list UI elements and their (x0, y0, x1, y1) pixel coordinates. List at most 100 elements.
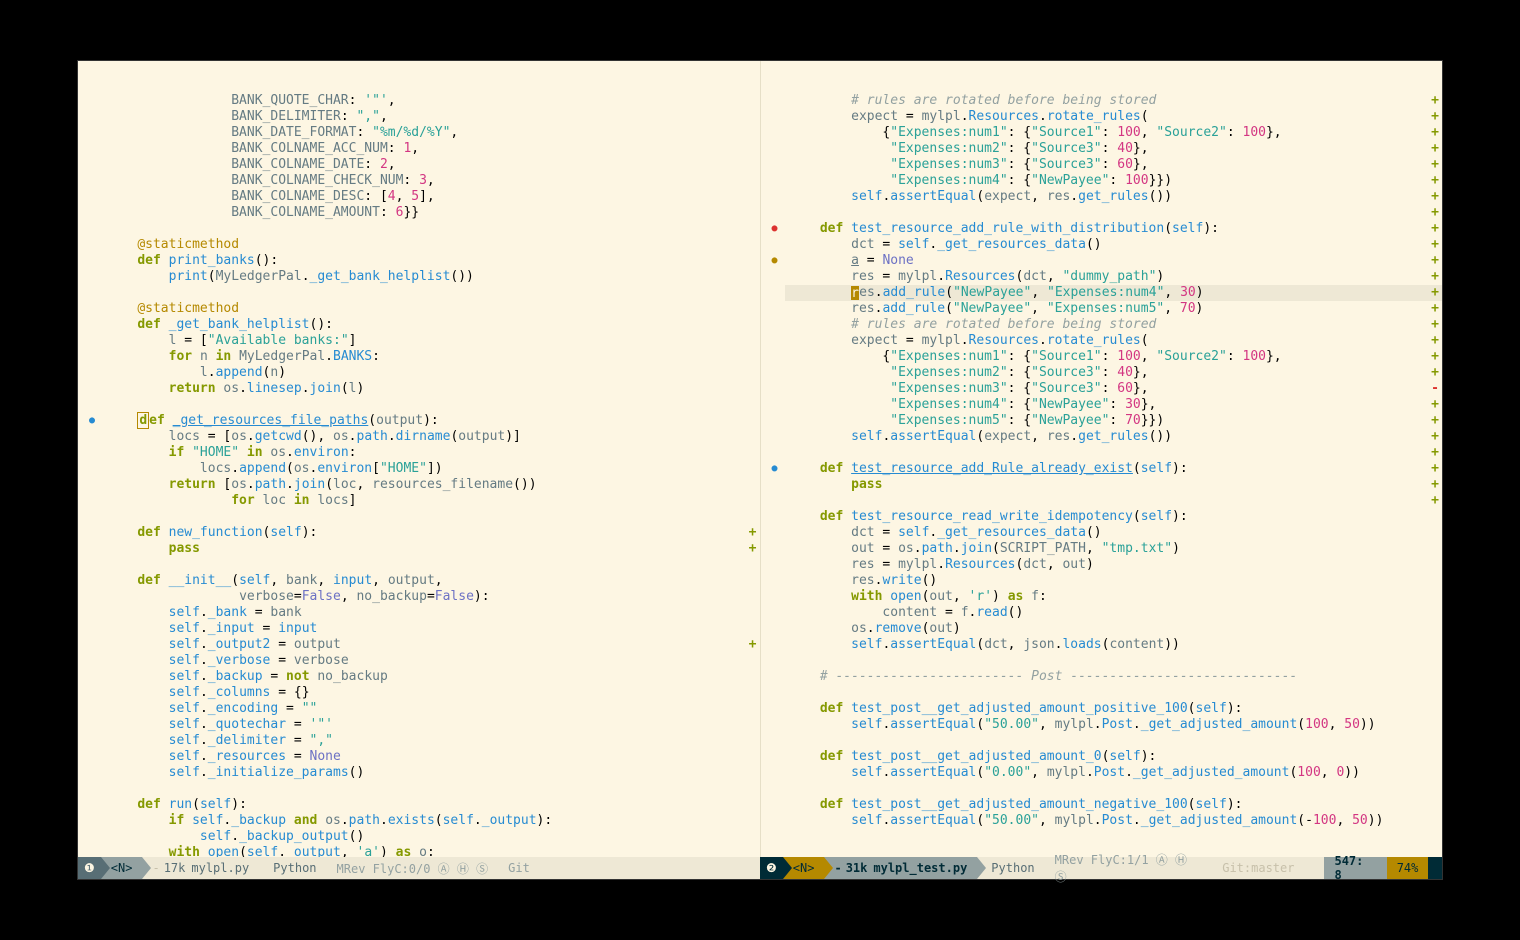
code-line[interactable]: for n in MyLedgerPal.BANKS: (102, 349, 760, 365)
code-line[interactable]: ● def _get_resources_file_paths(output): (102, 413, 760, 429)
code-line[interactable] (785, 685, 1443, 701)
code-line[interactable]: self._input = input (102, 621, 760, 637)
code-line[interactable]: self.assertEqual("50.00", mylpl.Post._ge… (785, 813, 1443, 829)
code-line[interactable]: content = f.read() (785, 605, 1443, 621)
code-line[interactable]: self._columns = {} (102, 685, 760, 701)
code-line[interactable]: self._initialize_params() (102, 765, 760, 781)
code-line[interactable]: print(MyLedgerPal._get_bank_helplist()) (102, 269, 760, 285)
code-line[interactable]: l = ["Available banks:"] (102, 333, 760, 349)
code-line[interactable]: res.write() (785, 573, 1443, 589)
code-line[interactable]: os.remove(out) (785, 621, 1443, 637)
code-line[interactable]: self.assertEqual(expect, res.get_rules()… (785, 189, 1443, 205)
code-line[interactable]: self.assertEqual(dct, json.loads(content… (785, 637, 1443, 653)
left-pane[interactable]: BANK_QUOTE_CHAR: '"', BANK_DELIMITER: ",… (78, 61, 761, 857)
code-line[interactable]: BANK_COLNAME_AMOUNT: 6}} (102, 205, 760, 221)
code-line[interactable]: res.add_rule("NewPayee", "Expenses:num5"… (785, 301, 1443, 317)
code-line[interactable]: self._resources = None (102, 749, 760, 765)
code-line[interactable]: "Expenses:num2": {"Source3": 40},+ (785, 365, 1443, 381)
code-line[interactable]: # ------------------------ Post --------… (785, 669, 1443, 685)
code-line[interactable]: {"Expenses:num1": {"Source1": 100, "Sour… (785, 125, 1443, 141)
code-line[interactable]: return os.linesep.join(l) (102, 381, 760, 397)
code-line[interactable]: self.assertEqual("0.00", mylpl.Post._get… (785, 765, 1443, 781)
code-line[interactable]: res = mylpl.Resources(dct, "dummy_path")… (785, 269, 1443, 285)
code-line[interactable] (102, 557, 760, 573)
code-line[interactable]: def test_resource_read_write_idempotency… (785, 509, 1443, 525)
code-line[interactable]: def test_post__get_adjusted_amount_negat… (785, 797, 1443, 813)
code-line[interactable]: self._encoding = "" (102, 701, 760, 717)
code-line[interactable]: dct = self._get_resources_data()+ (785, 237, 1443, 253)
code-line[interactable]: self._backup_output() (102, 829, 760, 845)
code-line[interactable]: "Expenses:num3": {"Source3": 60},+ (785, 157, 1443, 173)
code-line[interactable]: self._output2 = output+ (102, 637, 760, 653)
code-line[interactable]: BANK_DELIMITER: ",", (102, 109, 760, 125)
code-line[interactable]: "Expenses:num4": {"NewPayee": 100}})+ (785, 173, 1443, 189)
code-line[interactable] (102, 221, 760, 237)
code-line[interactable]: if "HOME" in os.environ: (102, 445, 760, 461)
code-line[interactable] (785, 733, 1443, 749)
code-line[interactable]: dct = self._get_resources_data() (785, 525, 1443, 541)
code-line[interactable]: ● def test_resource_add_rule_with_distri… (785, 221, 1443, 237)
code-line[interactable]: "Expenses:num5": {"NewPayee": 70}})+ (785, 413, 1443, 429)
code-line[interactable]: "Expenses:num4": {"NewPayee": 30},+ (785, 397, 1443, 413)
code-line[interactable]: self._backup = not no_backup (102, 669, 760, 685)
code-line[interactable]: def __init__(self, bank, input, output, (102, 573, 760, 589)
code-line[interactable]: if self._backup and os.path.exists(self.… (102, 813, 760, 829)
code-line[interactable]: res = mylpl.Resources(dct, out) (785, 557, 1443, 573)
code-line[interactable]: def _get_bank_helplist(): (102, 317, 760, 333)
code-line[interactable]: "Expenses:num3": {"Source3": 60},- (785, 381, 1443, 397)
code-line[interactable] (785, 653, 1443, 669)
code-line[interactable]: BANK_COLNAME_DESC: [4, 5], (102, 189, 760, 205)
code-line[interactable]: self._delimiter = "," (102, 733, 760, 749)
code-line[interactable]: def test_post__get_adjusted_amount_0(sel… (785, 749, 1443, 765)
code-line[interactable]: locs = [os.getcwd(), os.path.dirname(out… (102, 429, 760, 445)
code-line[interactable]: # rules are rotated before being stored+ (785, 317, 1443, 333)
code-line[interactable] (102, 509, 760, 525)
code-line[interactable]: def print_banks(): (102, 253, 760, 269)
code-line[interactable]: expect = mylpl.Resources.rotate_rules(+ (785, 109, 1443, 125)
code-line[interactable]: "Expenses:num2": {"Source3": 40},+ (785, 141, 1443, 157)
code-line[interactable] (102, 781, 760, 797)
code-line[interactable]: ● a = None+ (785, 253, 1443, 269)
code-line[interactable]: + (785, 445, 1443, 461)
code-line[interactable] (785, 781, 1443, 797)
code-line[interactable]: pass+ (102, 541, 760, 557)
code-line[interactable] (102, 397, 760, 413)
code-line[interactable]: BANK_COLNAME_CHECK_NUM: 3, (102, 173, 760, 189)
code-line[interactable]: @staticmethod (102, 237, 760, 253)
code-line[interactable]: self.assertEqual(expect, res.get_rules()… (785, 429, 1443, 445)
code-line[interactable]: BANK_COLNAME_ACC_NUM: 1, (102, 141, 760, 157)
code-line[interactable]: def run(self): (102, 797, 760, 813)
right-code-area[interactable]: # rules are rotated before being stored+… (761, 61, 1443, 857)
code-line[interactable]: expect = mylpl.Resources.rotate_rules(+ (785, 333, 1443, 349)
code-line[interactable]: def new_function(self):+ (102, 525, 760, 541)
code-line[interactable]: with open(out, 'r') as f: (785, 589, 1443, 605)
code-line[interactable]: out = os.path.join(SCRIPT_PATH, "tmp.txt… (785, 541, 1443, 557)
code-line[interactable]: BANK_QUOTE_CHAR: '"', (102, 93, 760, 109)
code-line[interactable]: pass+ (785, 477, 1443, 493)
code-line[interactable]: l.append(n) (102, 365, 760, 381)
code-line[interactable]: self._quotechar = '"' (102, 717, 760, 733)
code-line[interactable]: {"Expenses:num1": {"Source1": 100, "Sour… (785, 349, 1443, 365)
code-line[interactable]: self._verbose = verbose (102, 653, 760, 669)
code-line[interactable]: verbose=False, no_backup=False): (102, 589, 760, 605)
code-line[interactable]: self._bank = bank (102, 605, 760, 621)
code-line[interactable]: ● def test_resource_add_Rule_already_exi… (785, 461, 1443, 477)
code-line[interactable]: BANK_DATE_FORMAT: "%m/%d/%Y", (102, 125, 760, 141)
filename: mylpl_test.py (873, 861, 967, 875)
code-line[interactable]: with open(self._output, 'a') as o: (102, 845, 760, 857)
code-line[interactable]: res.add_rule("NewPayee", "Expenses:num4"… (785, 285, 1443, 301)
right-pane[interactable]: # rules are rotated before being stored+… (761, 61, 1443, 857)
code-line[interactable]: @staticmethod (102, 301, 760, 317)
code-line[interactable]: # rules are rotated before being stored+ (785, 93, 1443, 109)
code-line[interactable]: locs.append(os.environ["HOME"]) (102, 461, 760, 477)
code-line[interactable]: + (785, 493, 1443, 509)
code-line[interactable]: return [os.path.join(loc, resources_file… (102, 477, 760, 493)
code-line[interactable]: for loc in locs] (102, 493, 760, 509)
code-line[interactable]: BANK_COLNAME_DATE: 2, (102, 157, 760, 173)
code-line[interactable]: def test_post__get_adjusted_amount_posit… (785, 701, 1443, 717)
code-text: verbose=False, no_backup=False): (102, 589, 490, 605)
code-line[interactable]: self.assertEqual("50.00", mylpl.Post._ge… (785, 717, 1443, 733)
left-code-area[interactable]: BANK_QUOTE_CHAR: '"', BANK_DELIMITER: ",… (78, 61, 760, 857)
code-line[interactable] (102, 285, 760, 301)
code-line[interactable]: + (785, 205, 1443, 221)
